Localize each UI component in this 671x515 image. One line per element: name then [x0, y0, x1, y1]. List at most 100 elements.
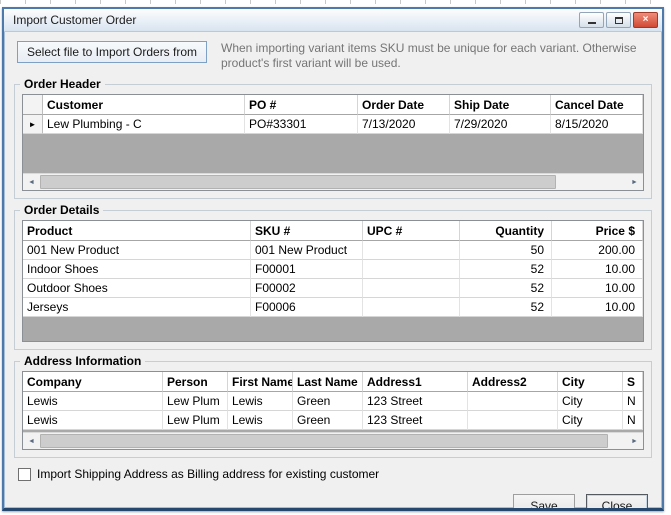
cell-city[interactable]: City	[558, 392, 623, 411]
order-header-hscrollbar[interactable]: ◄ ►	[23, 173, 643, 190]
window-controls: ×	[579, 12, 658, 28]
cell-price[interactable]: 10.00	[552, 260, 643, 279]
column-header[interactable]: Company	[23, 372, 163, 392]
column-header[interactable]: Quantity	[460, 221, 552, 241]
minimize-button[interactable]	[579, 12, 604, 28]
order-details-header-row: Product SKU # UPC # Quantity Price $	[23, 221, 643, 241]
cell-state[interactable]: N	[623, 392, 643, 411]
column-header[interactable]: UPC #	[363, 221, 460, 241]
column-header[interactable]: Customer	[43, 95, 245, 115]
cell-upc[interactable]	[363, 298, 460, 317]
column-header[interactable]: PO #	[245, 95, 358, 115]
scrollbar-thumb[interactable]	[40, 434, 608, 448]
scroll-right-icon[interactable]: ►	[626, 174, 643, 190]
cell-sku[interactable]: F00006	[251, 298, 363, 317]
scroll-left-icon[interactable]: ◄	[23, 174, 40, 190]
cell-order-date[interactable]: 7/13/2020	[358, 115, 450, 134]
select-file-button[interactable]: Select file to Import Orders from	[17, 41, 207, 63]
cell-first-name[interactable]: Lewis	[228, 411, 293, 430]
column-header[interactable]: Last Name	[293, 372, 363, 392]
address-information-groupbox: Address Information Company Person First…	[14, 361, 652, 458]
cell-product[interactable]: Indoor Shoes	[23, 260, 251, 279]
maximize-button[interactable]	[606, 12, 631, 28]
order-header-row[interactable]: ► Lew Plumbing - C PO#33301 7/13/2020 7/…	[23, 115, 643, 134]
cell-quantity[interactable]: 52	[460, 298, 552, 317]
cell-ship-date[interactable]: 7/29/2020	[450, 115, 551, 134]
row-selector-header[interactable]	[23, 95, 43, 115]
cell-person[interactable]: Lew Plum	[163, 392, 228, 411]
cell-quantity[interactable]: 52	[460, 260, 552, 279]
cell-company[interactable]: Lewis	[23, 411, 163, 430]
scroll-left-icon[interactable]: ◄	[23, 433, 40, 449]
close-dialog-button[interactable]: Close	[586, 494, 648, 508]
cell-upc[interactable]	[363, 241, 460, 260]
cell-quantity[interactable]: 50	[460, 241, 552, 260]
order-details-row[interactable]: Indoor Shoes F00001 52 10.00	[23, 260, 643, 279]
top-bar: Select file to Import Orders from When i…	[4, 32, 662, 73]
address-row[interactable]: Lewis Lew Plum Lewis Green 123 Street Ci…	[23, 392, 643, 411]
cell-last-name[interactable]: Green	[293, 392, 363, 411]
scroll-right-icon[interactable]: ►	[626, 433, 643, 449]
save-button[interactable]: Save	[513, 494, 575, 508]
import-customer-order-dialog: Import Customer Order × Select file to I…	[2, 7, 664, 511]
cell-price[interactable]: 10.00	[552, 298, 643, 317]
cell-address2[interactable]	[468, 392, 558, 411]
cell-product[interactable]: Outdoor Shoes	[23, 279, 251, 298]
cell-price[interactable]: 200.00	[552, 241, 643, 260]
cell-price[interactable]: 10.00	[552, 279, 643, 298]
cell-upc[interactable]	[363, 279, 460, 298]
column-header[interactable]: Price $	[552, 221, 643, 241]
close-button[interactable]: ×	[633, 12, 658, 28]
cell-sku[interactable]: 001 New Product	[251, 241, 363, 260]
address-hscrollbar[interactable]: ◄ ►	[23, 432, 643, 449]
cell-state[interactable]: N	[623, 411, 643, 430]
order-header-header-row: Customer PO # Order Date Ship Date Cance…	[23, 95, 643, 115]
column-header[interactable]: SKU #	[251, 221, 363, 241]
cell-sku[interactable]: F00002	[251, 279, 363, 298]
cell-cancel-date[interactable]: 8/15/2020	[551, 115, 643, 134]
cell-address1[interactable]: 123 Street	[363, 411, 468, 430]
column-header[interactable]: Order Date	[358, 95, 450, 115]
cell-company[interactable]: Lewis	[23, 392, 163, 411]
order-header-grid: Customer PO # Order Date Ship Date Cance…	[22, 94, 644, 191]
import-shipping-address-checkbox[interactable]: Import Shipping Address as Billing addre…	[4, 458, 662, 481]
checkbox-icon[interactable]	[18, 468, 31, 481]
scrollbar-thumb[interactable]	[40, 175, 556, 189]
scrollbar-track[interactable]	[40, 433, 626, 449]
cell-city[interactable]: City	[558, 411, 623, 430]
scrollbar-track[interactable]	[40, 174, 626, 190]
title-bar[interactable]: Import Customer Order ×	[4, 9, 662, 32]
column-header[interactable]: Ship Date	[450, 95, 551, 115]
minimize-icon	[588, 22, 596, 24]
column-header[interactable]: Product	[23, 221, 251, 241]
column-header[interactable]: Cancel Date	[551, 95, 643, 115]
cell-sku[interactable]: F00001	[251, 260, 363, 279]
order-details-row[interactable]: 001 New Product 001 New Product 50 200.0…	[23, 241, 643, 260]
address-row[interactable]: Lewis Lew Plum Lewis Green 123 Street Ci…	[23, 411, 643, 430]
column-header[interactable]: S	[623, 372, 643, 392]
column-header[interactable]: Address2	[468, 372, 558, 392]
address-grid: Company Person First Name Last Name Addr…	[22, 371, 644, 450]
cell-last-name[interactable]: Green	[293, 411, 363, 430]
cell-upc[interactable]	[363, 260, 460, 279]
background-ruler	[0, 0, 671, 6]
row-selector-icon: ►	[29, 120, 37, 129]
column-header[interactable]: Person	[163, 372, 228, 392]
column-header[interactable]: Address1	[363, 372, 468, 392]
cell-product[interactable]: 001 New Product	[23, 241, 251, 260]
order-details-row[interactable]: Outdoor Shoes F00002 52 10.00	[23, 279, 643, 298]
variant-info-text: When importing variant items SKU must be…	[221, 41, 650, 71]
column-header[interactable]: City	[558, 372, 623, 392]
cell-product[interactable]: Jerseys	[23, 298, 251, 317]
checkbox-label: Import Shipping Address as Billing addre…	[37, 467, 379, 481]
order-details-row[interactable]: Jerseys F00006 52 10.00	[23, 298, 643, 317]
cell-address1[interactable]: 123 Street	[363, 392, 468, 411]
cell-address2[interactable]	[468, 411, 558, 430]
cell-first-name[interactable]: Lewis	[228, 392, 293, 411]
cell-customer[interactable]: Lew Plumbing - C	[43, 115, 245, 134]
cell-person[interactable]: Lew Plum	[163, 411, 228, 430]
cell-quantity[interactable]: 52	[460, 279, 552, 298]
cell-po[interactable]: PO#33301	[245, 115, 358, 134]
column-header[interactable]: First Name	[228, 372, 293, 392]
address-information-group-title: Address Information	[20, 354, 145, 368]
